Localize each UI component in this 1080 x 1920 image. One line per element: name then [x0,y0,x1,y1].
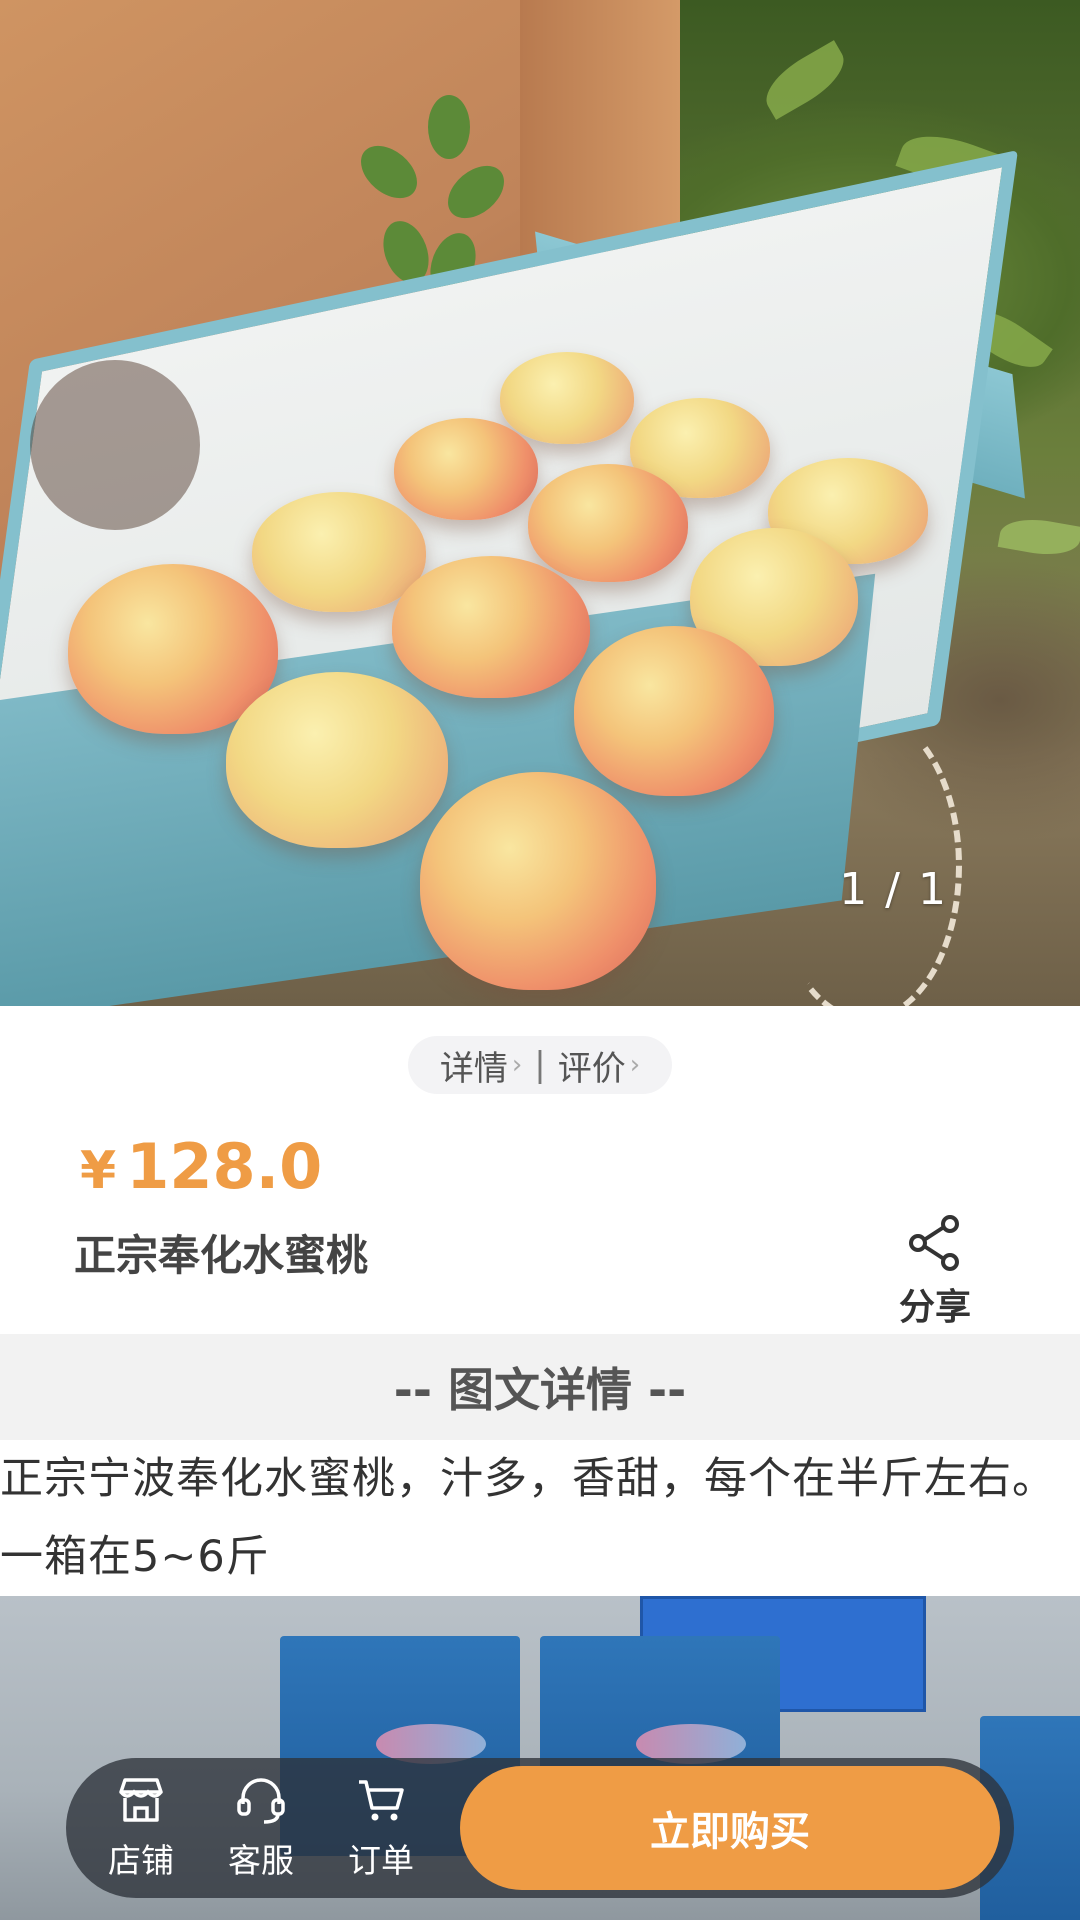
tab-reviews[interactable]: 评价 [558,1041,626,1090]
peach [528,464,688,582]
share-button[interactable]: 分享 [890,1212,980,1330]
service-label: 客服 [228,1841,294,1880]
share-label: 分享 [898,1287,971,1328]
currency-symbol: ¥ [80,1141,117,1201]
box-rope [770,710,962,1006]
leaf-decoration [756,40,854,120]
product-image-carousel[interactable]: 1 / 1 [0,0,1080,1006]
section-header: -- 图文详情 -- [0,1334,1080,1440]
peach [574,626,774,796]
tab-detail[interactable]: 详情 [440,1041,508,1090]
peach [252,492,426,612]
store-button[interactable]: 店铺 [96,1772,186,1882]
detail-review-switch: 详情 › | 评价 › [408,1036,672,1094]
customer-service-button[interactable]: 客服 [216,1772,306,1882]
peach [500,352,634,444]
orders-label: 订单 [348,1841,414,1880]
headset-icon [237,1778,285,1824]
product-description: 正宗宁波奉化水蜜桃，汁多，香甜，每个在半斤左右。一箱在5~6斤 [0,1440,1080,1596]
tab-separator: | [534,1045,546,1085]
product-price: ¥128.0 [80,1130,322,1203]
store-label: 店铺 [108,1841,174,1880]
image-counter: 1 / 1 [839,864,948,915]
cart-icon [359,1780,404,1821]
share-icon [909,1215,959,1271]
peach [420,772,656,990]
shadow-spot [30,360,200,530]
price-value: 128.0 [126,1130,323,1203]
chevron-right-icon: › [511,1050,523,1080]
orders-button[interactable]: 订单 [336,1772,426,1882]
peach [394,418,538,520]
leaf-decoration [997,513,1080,561]
store-icon [119,1778,163,1822]
lid-cutout [428,95,470,159]
chevron-right-icon: › [629,1050,641,1080]
peach [392,556,590,698]
buy-now-button[interactable]: 立即购买 [460,1766,1000,1890]
product-title: 正宗奉化水蜜桃 [74,1231,369,1280]
peach [226,672,448,848]
